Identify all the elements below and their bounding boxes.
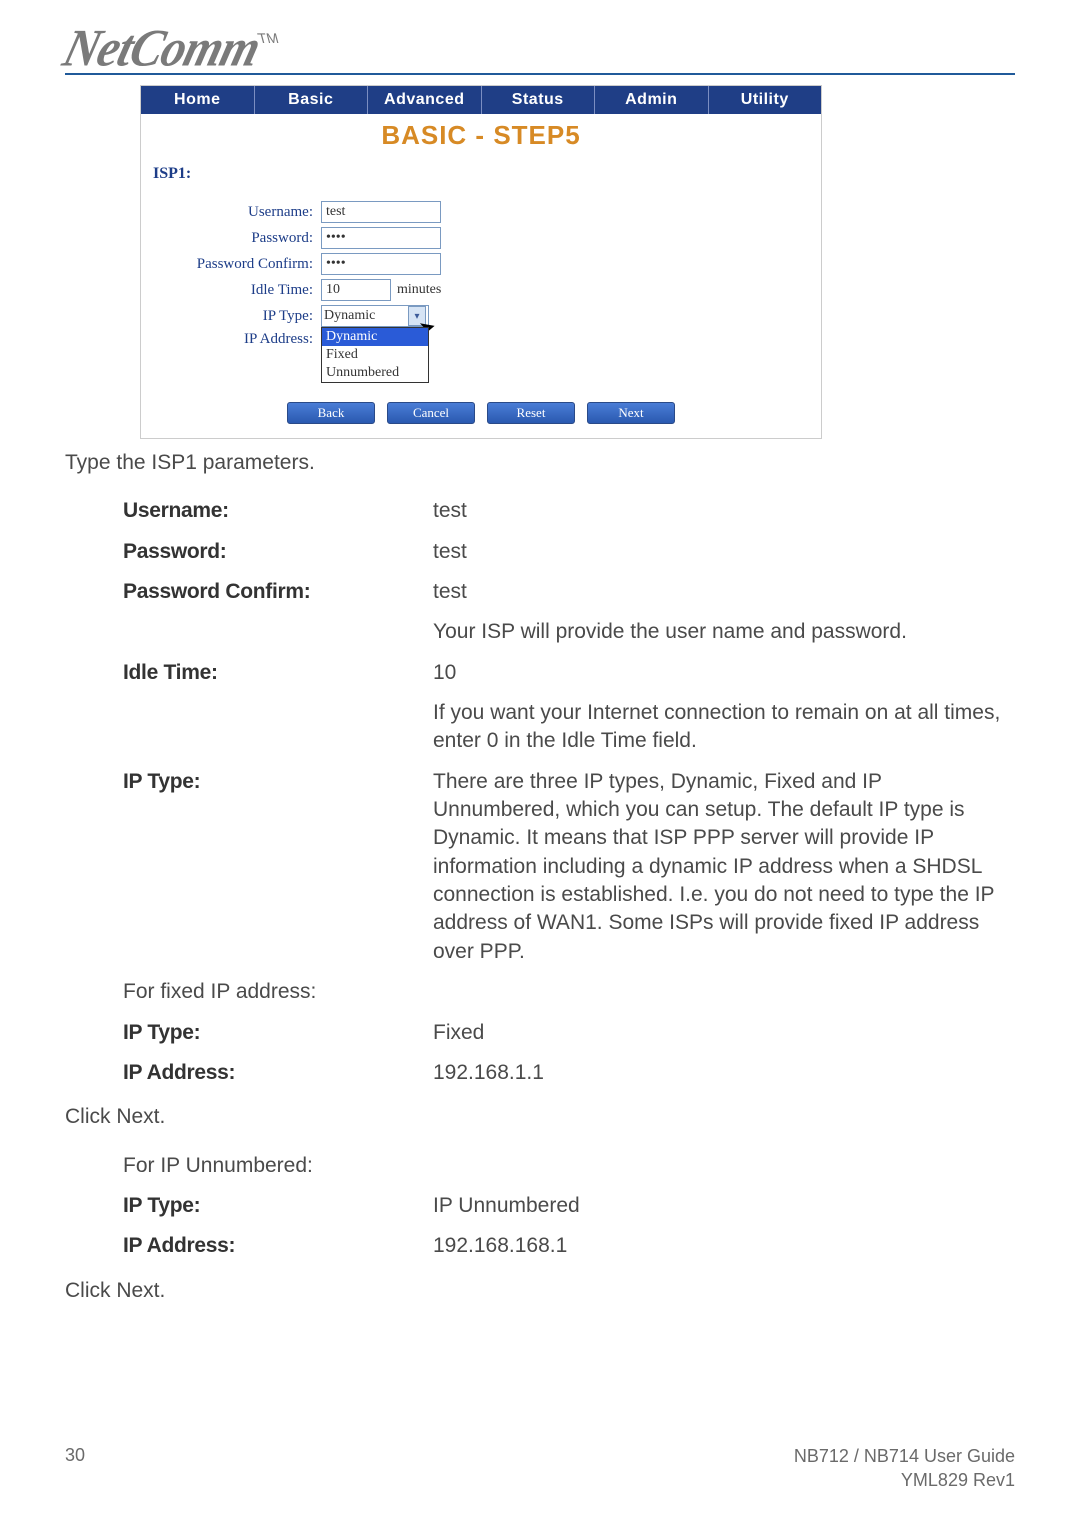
label-idle: Idle Time:	[153, 282, 321, 299]
idle-unit: minutes	[391, 282, 441, 298]
click-next-1: Click Next.	[65, 1103, 1015, 1131]
fixed-iptype-label: IP Type:	[123, 1013, 433, 1053]
row-iptype-label: IP Type:	[123, 762, 433, 972]
iptype-value: Dynamic	[324, 308, 375, 324]
row-pwconfirm-val: test	[433, 572, 1013, 612]
page-number: 30	[65, 1445, 85, 1492]
back-button[interactable]: Back	[287, 402, 375, 424]
password-input[interactable]	[321, 227, 441, 249]
row-pwconfirm-label: Password Confirm:	[123, 572, 433, 612]
definitions-table-2: For IP Unnumbered: IP Type: IP Unnumbere…	[123, 1146, 1013, 1267]
page-footer: 30 NB712 / NB714 User Guide YML829 Rev1	[65, 1445, 1015, 1492]
label-username: Username:	[153, 204, 321, 221]
fixed-ipaddr-label: IP Address:	[123, 1053, 433, 1093]
iptype-select[interactable]: Dynamic ▾	[321, 305, 429, 327]
iptype-option-unnumbered[interactable]: Unnumbered	[322, 364, 428, 382]
definitions-table: Username: test Password: test Password C…	[123, 491, 1013, 1093]
nav-home[interactable]: Home	[141, 86, 255, 114]
label-pwconfirm: Password Confirm:	[153, 256, 321, 273]
caption: Type the ISP1 parameters.	[65, 449, 1015, 477]
row-idle-val: 10	[433, 653, 1013, 693]
unnum-ipaddr-label: IP Address:	[123, 1226, 433, 1266]
unnum-ipaddr-val: 192.168.168.1	[433, 1226, 1013, 1266]
nav-status[interactable]: Status	[482, 86, 596, 114]
fixed-heading: For fixed IP address:	[123, 972, 433, 1012]
row-pw-note: Your ISP will provide the user name and …	[433, 612, 1013, 652]
row-password-label: Password:	[123, 532, 433, 572]
nav-bar: Home Basic Advanced Status Admin Utility	[141, 86, 821, 114]
unnum-heading: For IP Unnumbered:	[123, 1146, 433, 1186]
unnum-iptype-label: IP Type:	[123, 1186, 433, 1226]
page-title: BASIC - STEP5	[141, 114, 821, 157]
row-iptype-text: There are three IP types, Dynamic, Fixed…	[433, 762, 1013, 972]
reset-button[interactable]: Reset	[487, 402, 575, 424]
isp1-heading: ISP1:	[153, 165, 809, 183]
label-password: Password:	[153, 230, 321, 247]
row-password-val: test	[433, 532, 1013, 572]
label-ipaddr: IP Address:	[153, 331, 321, 348]
row-username-val: test	[433, 491, 1013, 531]
pwconfirm-input[interactable]	[321, 253, 441, 275]
chevron-down-icon[interactable]: ▾	[408, 306, 426, 326]
username-input[interactable]	[321, 201, 441, 223]
row-username-label: Username:	[123, 491, 433, 531]
nav-admin[interactable]: Admin	[595, 86, 709, 114]
fixed-ipaddr-val: 192.168.1.1	[433, 1053, 1013, 1093]
click-next-2: Click Next.	[65, 1277, 1015, 1305]
nav-basic[interactable]: Basic	[255, 86, 369, 114]
unnum-iptype-val: IP Unnumbered	[433, 1186, 1013, 1226]
row-idle-label: Idle Time:	[123, 653, 433, 693]
iptype-option-dynamic[interactable]: Dynamic	[322, 328, 428, 346]
logo: NetCommTM	[65, 30, 1015, 69]
fixed-iptype-val: Fixed	[433, 1013, 1013, 1053]
nav-advanced[interactable]: Advanced	[368, 86, 482, 114]
label-iptype: IP Type:	[153, 308, 321, 325]
nav-utility[interactable]: Utility	[709, 86, 822, 114]
guide-title: NB712 / NB714 User Guide	[794, 1445, 1015, 1468]
next-button[interactable]: Next	[587, 402, 675, 424]
cancel-button[interactable]: Cancel	[387, 402, 475, 424]
iptype-option-fixed[interactable]: Fixed	[322, 346, 428, 364]
router-screenshot: Home Basic Advanced Status Admin Utility…	[140, 85, 822, 439]
row-idle-note: If you want your Internet connection to …	[433, 693, 1013, 762]
iptype-dropdown: Dynamic Fixed Unnumbered	[321, 327, 429, 383]
idle-input[interactable]	[321, 279, 391, 301]
guide-rev: YML829 Rev1	[794, 1469, 1015, 1492]
